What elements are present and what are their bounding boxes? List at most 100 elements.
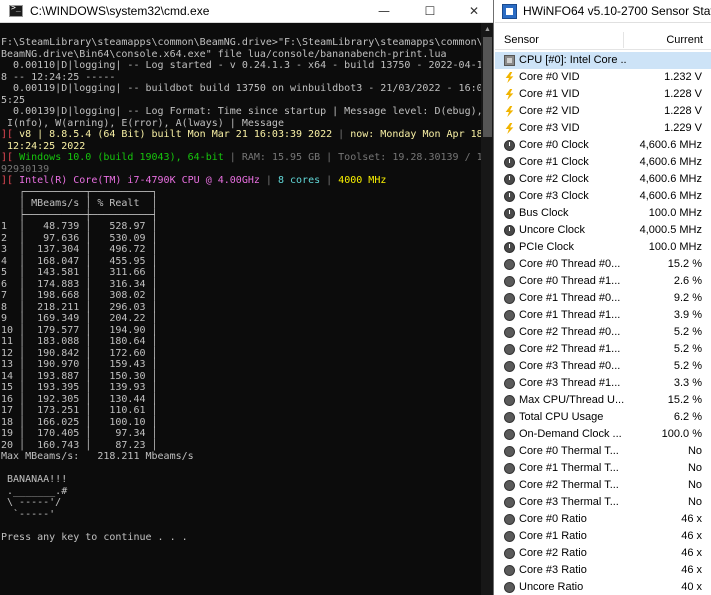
sensor-value: 2.6 %: [673, 275, 702, 287]
sensor-row[interactable]: Uncore Clock 4,000.5 MHz: [495, 222, 711, 239]
sensor-value: 9.2 %: [673, 292, 702, 304]
sensor-row[interactable]: Core #2 Ratio 46 x: [495, 545, 711, 562]
log-line: 0.00110|D|logging| -- Log started - v 0.…: [1, 60, 481, 71]
voltage-icon: [505, 123, 514, 134]
column-header-current[interactable]: Current: [666, 34, 703, 46]
maximize-button[interactable]: ☐: [410, 0, 450, 23]
sensor-row[interactable]: Core #0 Clock 4,600.6 MHz: [495, 137, 711, 154]
close-button[interactable]: ✕: [454, 0, 493, 23]
sensor-row[interactable]: Core #0 Thermal T... No: [495, 443, 711, 460]
sensor-list: CPU [#0]: Intel Core ... Core #0 VID 1.232…: [495, 52, 711, 595]
table-line: 19 │ 170.405 │ 97.34 │: [1, 428, 158, 439]
table-line: 14 │ 193.887 │ 150.30 │: [1, 370, 158, 382]
sensor-row[interactable]: Core #1 Thread #1... 3.9 %: [495, 307, 711, 324]
sensor-label: Core #1 Thread #1...: [519, 309, 621, 321]
sensor-label: Core #0 Thread #0...: [519, 258, 621, 270]
sensor-row[interactable]: Core #2 Clock 4,600.6 MHz: [495, 171, 711, 188]
sensor-row[interactable]: Core #1 Thermal T... No: [495, 460, 711, 477]
sensor-label: Core #1 Clock: [519, 156, 589, 168]
sensor-label: Core #3 Thermal T...: [519, 496, 619, 508]
sensor-label: Core #3 VID: [519, 122, 580, 134]
usage-gauge-icon: [504, 293, 515, 304]
v8-info-line: ][ v8 | 8.8.5.4 (64 Bit) built Mon Mar 2…: [1, 129, 481, 140]
cmd-scrollbar[interactable]: ▲: [481, 23, 493, 595]
sensor-row[interactable]: Core #1 Clock 4,600.6 MHz: [495, 154, 711, 171]
sensor-row[interactable]: Core #0 Ratio 46 x: [495, 511, 711, 528]
console-output[interactable]: F:\SteamLibrary\steamapps\common\BeamNG.…: [0, 23, 481, 595]
usage-gauge-icon: [504, 480, 515, 491]
sensor-row[interactable]: Core #2 VID 1.228 V: [495, 103, 711, 120]
sensor-row[interactable]: Core #0 VID 1.232 V: [495, 69, 711, 86]
sensor-row[interactable]: Core #2 Thread #1... 5.2 %: [495, 341, 711, 358]
clock-icon: [504, 225, 515, 236]
sensor-row[interactable]: Total CPU Usage 6.2 %: [495, 409, 711, 426]
sensor-row[interactable]: Uncore Ratio 40 x: [495, 579, 711, 595]
sensor-row[interactable]: Core #3 VID 1.229 V: [495, 120, 711, 137]
scroll-up-arrow-icon[interactable]: ▲: [481, 23, 493, 36]
cpu-chip-icon: [504, 55, 515, 66]
sensor-label: Total CPU Usage: [519, 411, 604, 423]
clock-icon: [504, 242, 515, 253]
sensor-row[interactable]: Max CPU/Thread U... 15.2 %: [495, 392, 711, 409]
hwinfo-app-icon: [502, 4, 517, 19]
sensor-row[interactable]: PCIe Clock 100.0 MHz: [495, 239, 711, 256]
sensor-row[interactable]: Core #2 Thermal T... No: [495, 477, 711, 494]
sensor-value: 40 x: [681, 581, 702, 593]
cores-text: 8 cores: [271, 175, 327, 186]
sensor-value: 4,600.6 MHz: [639, 156, 702, 168]
sensor-label: Core #0 Thread #1...: [519, 275, 621, 287]
sensor-group-row[interactable]: CPU [#0]: Intel Core ...: [495, 52, 711, 69]
sensor-value: 15.2 %: [667, 258, 702, 270]
sensor-value: 15.2 %: [667, 394, 702, 406]
sensor-row[interactable]: Core #1 Ratio 46 x: [495, 528, 711, 545]
sensor-row[interactable]: Core #3 Thread #1... 3.3 %: [495, 375, 711, 392]
sensor-label: Core #3 Clock: [519, 190, 589, 202]
sensor-row[interactable]: Core #1 Thread #0... 9.2 %: [495, 290, 711, 307]
sensor-row[interactable]: Core #0 Thread #1... 2.6 %: [495, 273, 711, 290]
usage-gauge-icon: [504, 497, 515, 508]
terminal-icon: [9, 3, 23, 17]
usage-gauge-icon: [504, 378, 515, 389]
log-line: 8 -- 12:24:25 -----: [1, 71, 116, 83]
minimize-button[interactable]: —: [364, 0, 404, 23]
sensor-row[interactable]: Core #2 Thread #0... 5.2 %: [495, 324, 711, 341]
clock-icon: [504, 191, 515, 202]
hwinfo-title-bar[interactable]: HWiNFO64 v5.10-2700 Sensor Status: [495, 0, 711, 23]
table-line: 6 │ 174.883 │ 316.34 │: [1, 278, 158, 290]
column-header-sensor[interactable]: Sensor: [504, 34, 539, 46]
clock-icon: [504, 140, 515, 151]
usage-gauge-icon: [504, 327, 515, 338]
sensor-label: Core #1 VID: [519, 88, 580, 100]
sensor-row[interactable]: On-Demand Clock ... 100.0 %: [495, 426, 711, 443]
clock-icon: [504, 157, 515, 168]
table-line: 15 │ 193.395 │ 139.93 │: [1, 382, 158, 393]
usage-gauge-icon: [504, 531, 515, 542]
sensor-value: 5.2 %: [673, 343, 702, 355]
sensor-value: No: [687, 445, 702, 457]
column-divider[interactable]: [623, 32, 624, 48]
scrollbar-thumb[interactable]: [483, 37, 492, 137]
sensor-row[interactable]: Core #3 Ratio 46 x: [495, 562, 711, 579]
sensor-row[interactable]: Core #3 Thread #0... 5.2 %: [495, 358, 711, 375]
log-line: I(nfo), W(arning), E(rror), A(lways) | M…: [1, 117, 284, 129]
sensor-row[interactable]: Bus Clock 100.0 MHz: [495, 205, 711, 222]
voltage-icon: [505, 72, 514, 83]
log-line: 5:25: [1, 94, 26, 106]
sensor-label: Max CPU/Thread U...: [519, 394, 625, 406]
sensor-row[interactable]: Core #3 Thermal T... No: [495, 494, 711, 511]
sensor-value: 100.0 MHz: [648, 207, 702, 219]
sensor-label: On-Demand Clock ...: [519, 428, 622, 440]
sensor-label: Core #2 Ratio: [519, 547, 587, 559]
sensor-row[interactable]: Core #0 Thread #0... 15.2 %: [495, 256, 711, 273]
voltage-icon: [505, 89, 514, 100]
sensor-value: 3.3 %: [673, 377, 702, 389]
sensor-value: 46 x: [681, 564, 702, 576]
sensor-row[interactable]: Core #3 Clock 4,600.6 MHz: [495, 188, 711, 205]
sensor-row[interactable]: Core #1 VID 1.228 V: [495, 86, 711, 103]
cmd-title-bar[interactable]: C:\WINDOWS\system32\cmd.exe — ☐ ✕: [0, 0, 493, 23]
sensor-label: CPU [#0]: Intel Core ...: [519, 54, 627, 66]
sensor-label: Uncore Ratio: [519, 581, 584, 593]
table-line: 9 │ 169.349 │ 204.22 │: [1, 313, 158, 324]
ascii-art-line: `-----': [1, 508, 56, 520]
